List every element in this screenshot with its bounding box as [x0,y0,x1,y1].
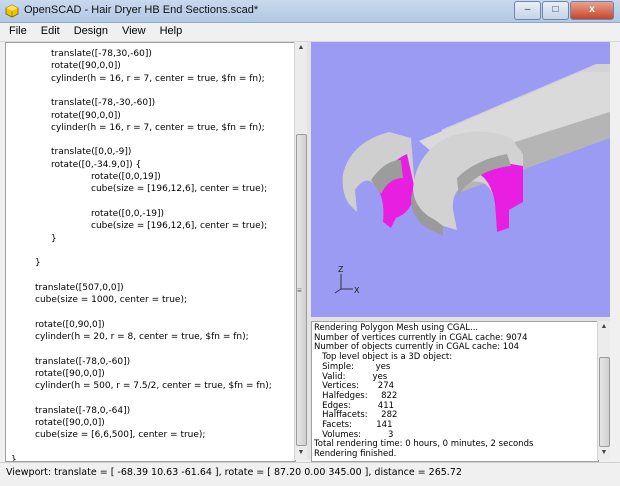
console-line: Halffacets: 282 [314,410,398,421]
code-line: rotate([0,0,-19]) [91,208,165,219]
model-render: Z X [334,64,610,295]
openscad-window: OpenSCAD - Hair Dryer HB End Sections.sc… [0,0,620,486]
menu-bar: File Edit Design View Help [0,23,620,42]
code-line: rotate([0,-34.9,0]) { [51,159,142,170]
console-scroll-thumb[interactable] [599,357,610,447]
code-line: rotate([0,0,19]) [91,172,161,182]
menu-help[interactable]: Help [153,23,190,41]
3d-viewport[interactable]: Z X [311,42,610,317]
code-line: translate([0,0,-9]) [51,147,132,158]
code-line: cube(size = 1000, center = true); [35,295,187,305]
title-bar[interactable]: OpenSCAD - Hair Dryer HB End Sections.sc… [0,0,620,23]
code-line: cylinder(h = 20, r = 8, center = true, $… [35,331,249,342]
code-line: rotate([90,0,0]) [35,368,105,379]
console-line: Vertices: 274 [314,381,395,392]
console-line: Rendering finished. [314,449,397,460]
editor-scrollbar[interactable]: ▲ ▼ [294,42,307,460]
code-line: } [11,454,17,462]
code-line: translate([-78,0,-64]) [35,405,131,416]
menu-view[interactable]: View [115,23,153,41]
status-bar: Viewport: translate = [ -68.39 10.63 -61… [0,462,620,486]
code-line: } [35,258,41,269]
code-line: rotate([90,0,0]) [51,110,121,121]
menu-design[interactable]: Design [67,23,115,41]
code-line: cylinder(h = 16, r = 7, center = true, $… [51,73,265,84]
console-line: Total rendering time: 0 hours, 0 minutes… [314,439,534,450]
console-line: Top level object is a 3D object: [314,352,453,363]
maximize-button[interactable]: □ [542,1,569,20]
console-output[interactable]: Rendering Polygon Mesh using CGAL... Numb… [311,321,599,462]
code-line: rotate([90,0,0]) [35,418,105,428]
console-line: Valid: yes [314,371,388,382]
code-line: translate([-78,0,-60]) [35,356,131,367]
code-line: cylinder(h = 16, r = 7, center = true, $… [51,122,265,133]
console-line: Number of vertices currently in CGAL cac… [314,332,528,343]
minimize-button[interactable]: – [514,1,541,20]
console-scroll-up-icon[interactable]: ▲ [598,321,610,333]
code-line: rotate([0,90,0]) [35,319,105,330]
code-editor[interactable]: translate([-78,30,-60]) rotate([90,0,0]) c… [5,42,296,462]
code-line: cube(size = [6,6,500], center = true); [35,430,206,441]
code-line: translate([507,0,0]) [35,282,124,293]
console-line: Halfedges: 822 [314,390,398,401]
y-axis-line [334,288,342,294]
code-line: translate([-78,30,-60]) [51,49,152,59]
splitter-grip-icon: ≡ [297,286,302,295]
code-line: cube(size = [196,12,6], center = true); [91,184,268,195]
z-axis-label: Z [338,265,344,274]
console-line: Volumes: 3 [314,429,394,440]
code-line: cylinder(h = 500, r = 7.5/2, center = tr… [35,381,272,392]
viewport-status: Viewport: translate = [ -68.39 10.63 -61… [6,467,462,478]
console-line: Rendering Polygon Mesh using CGAL... [314,323,479,333]
window-title: OpenSCAD - Hair Dryer HB End Sections.sc… [24,4,259,16]
x-axis-label: X [354,286,360,295]
menu-file[interactable]: File [0,23,34,41]
menu-edit[interactable]: Edit [34,23,67,41]
code-line: rotate([90,0,0]) [51,61,121,72]
code-line: } [51,233,57,244]
console-scrollbar[interactable]: ▲ ▼ [597,321,610,460]
scroll-up-arrow-icon[interactable]: ▲ [295,42,307,54]
console-line: Edges: 411 [314,400,395,411]
console-scroll-down-icon[interactable]: ▼ [598,447,610,459]
scroll-down-arrow-icon[interactable]: ▼ [295,447,307,459]
console-line: Simple: yes [314,361,391,372]
console-line: Number of objects currently in CGAL cach… [314,342,520,353]
openscad-app-icon [5,4,19,18]
window-controls: – □ x [513,1,614,20]
close-button[interactable]: x [570,1,614,20]
console-line: Facets: 141 [314,420,393,430]
code-line: cube(size = [196,12,6], center = true); [91,221,268,232]
code-line: translate([-78,-30,-60]) [51,98,156,109]
